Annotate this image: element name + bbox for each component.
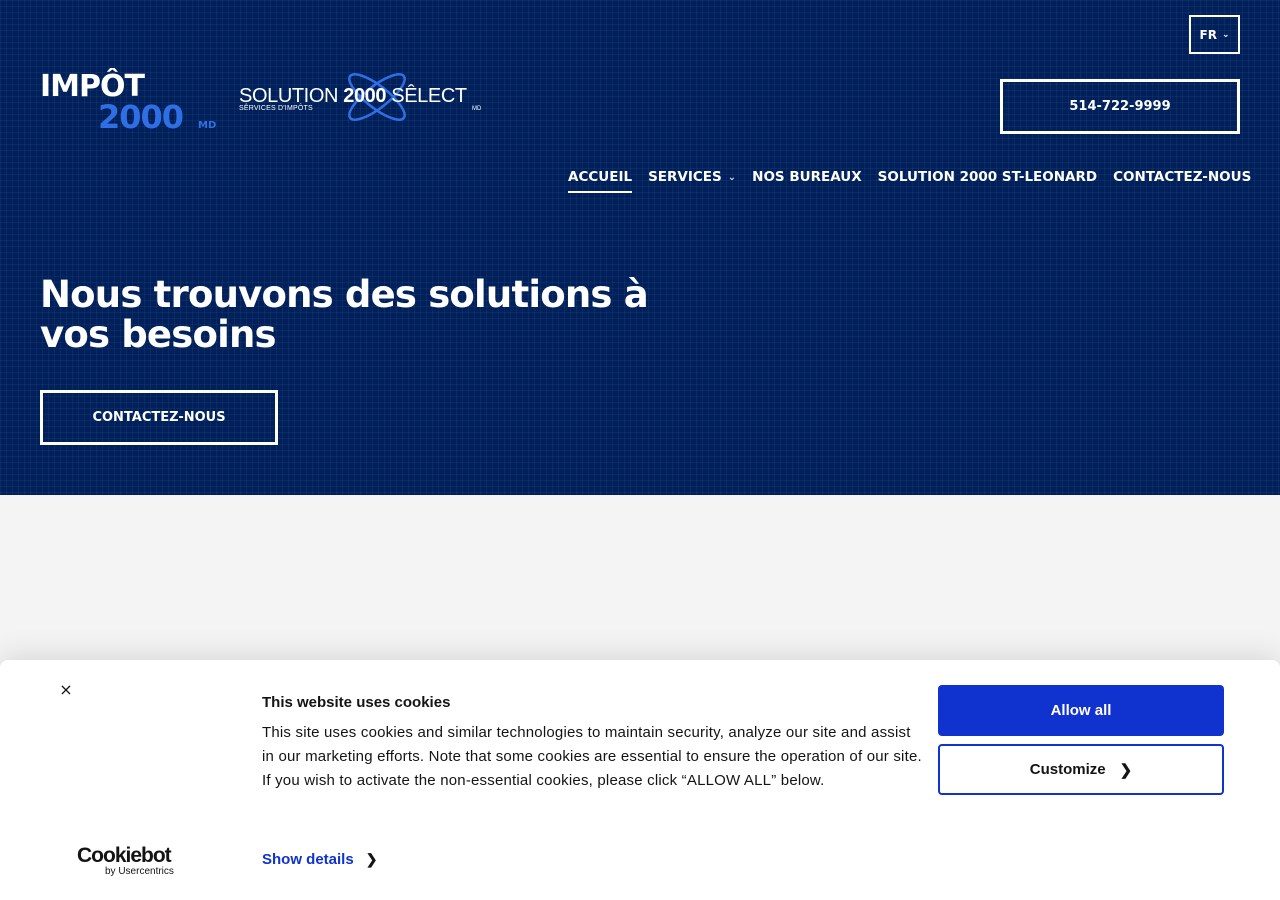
customize-button[interactable]: Customize ❯ xyxy=(938,744,1224,795)
nav-item-solution-st-leonard[interactable]: SOLUTION 2000 ST-LEONARD xyxy=(878,168,1097,186)
cookie-title: This website uses cookies xyxy=(262,694,451,711)
contact-cta-button[interactable]: CONTACTEZ-NOUS xyxy=(40,390,278,445)
hero-title: Nous trouvons des solutions à vos besoin… xyxy=(40,273,649,356)
nav-item-contactez-nous[interactable]: CONTACTEZ-NOUS xyxy=(1113,168,1251,186)
hero-section: FR ⌄ IMPÔT 2000 MD SOLUTION 2000 SÊLECT … xyxy=(0,0,1280,495)
chevron-right-icon: ❯ xyxy=(1119,761,1133,779)
cookiebot-brand: Cookiebot xyxy=(77,844,172,867)
close-icon[interactable]: × xyxy=(58,682,74,698)
nav-item-accueil[interactable]: ACCUEIL xyxy=(568,168,633,193)
nav-item-label: SERVICES xyxy=(648,169,722,185)
cookiebot-logo[interactable]: Cookiebot by Usercentrics xyxy=(77,845,187,885)
nav-item-label: NOS BUREAUX xyxy=(752,169,862,185)
logo-solution-suffix: MD xyxy=(472,106,482,112)
nav-item-label: ACCUEIL xyxy=(568,169,633,185)
language-label: FR xyxy=(1199,27,1217,42)
nav-item-services[interactable]: SERVICES ⌄ xyxy=(648,168,736,186)
logo-solution-subtitle: SÊRVICES D'IMPÔTS xyxy=(239,105,313,112)
impot-2000-logo[interactable]: IMPÔT 2000 MD xyxy=(40,70,220,136)
nav-item-label: CONTACTEZ-NOUS xyxy=(1113,169,1252,185)
solution-2000-select-logo[interactable]: SOLUTION 2000 SÊLECT SÊRVICES D'IMPÔTS M… xyxy=(239,66,491,130)
customize-label: Customize xyxy=(1029,761,1106,778)
cookie-banner: × Cookiebot by Usercentrics This website… xyxy=(0,660,1280,900)
show-details-label: Show details xyxy=(262,851,354,868)
allow-all-button[interactable]: Allow all xyxy=(938,685,1224,736)
cookiebot-brand-sub: by Usercentrics xyxy=(105,866,174,877)
logo-solution-text: SOLUTION 2000 SÊLECT xyxy=(239,85,467,107)
phone-button[interactable]: 514-722-9999 xyxy=(1000,79,1240,134)
nav-item-label: SOLUTION 2000 ST-LEONARD xyxy=(877,169,1098,185)
logo-impot-suffix: MD xyxy=(198,120,217,131)
nav-item-nos-bureaux[interactable]: NOS BUREAUX xyxy=(752,168,861,186)
main-nav: ACCUEIL SERVICES ⌄ NOS BUREAUX SOLUTION … xyxy=(568,168,1251,193)
cookie-description: This site uses cookies and similar techn… xyxy=(262,724,922,789)
logo-impot-line2: 2000 xyxy=(98,98,184,136)
chevron-down-icon: ⌄ xyxy=(1221,29,1230,40)
chevron-down-icon: ⌄ xyxy=(727,171,737,183)
show-details-link[interactable]: Show details ❯ xyxy=(262,851,377,868)
chevron-right-icon: ❯ xyxy=(365,851,378,867)
language-selector[interactable]: FR ⌄ xyxy=(1189,15,1240,54)
